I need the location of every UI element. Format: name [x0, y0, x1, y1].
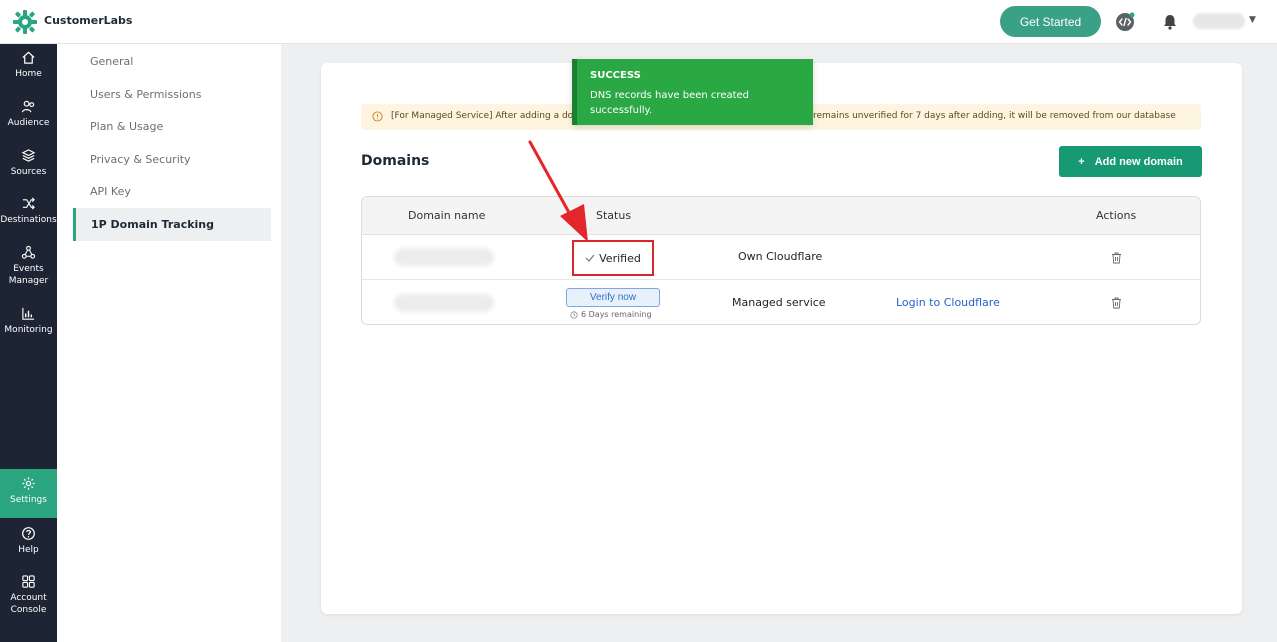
nav-home[interactable]: Home — [0, 50, 57, 92]
nav-destinations-label: Destinations — [0, 215, 57, 225]
domain-name-redacted — [394, 294, 494, 312]
login-to-cloudflare-link[interactable]: Login to Cloudflare — [896, 296, 1000, 309]
user-menu[interactable] — [1193, 13, 1245, 29]
nav-settings-label: Settings — [10, 495, 47, 505]
grid-icon — [22, 575, 35, 588]
trash-icon[interactable] — [1111, 297, 1122, 309]
nav-account-console[interactable]: Account Console — [0, 574, 57, 622]
shuffle-icon — [22, 197, 35, 210]
nav-sources-label: Sources — [10, 167, 47, 177]
nav-home-label: Home — [15, 69, 42, 79]
nav-account-console-label: Account Console — [10, 593, 47, 615]
verify-now-button[interactable]: Verify now — [566, 288, 660, 307]
success-toast: SUCCESS DNS records have been created su… — [572, 59, 813, 125]
domains-card: [For Managed Service] After adding a do … — [321, 63, 1242, 614]
add-new-domain-button[interactable]: + Add new domain — [1059, 146, 1202, 177]
clock-icon — [570, 310, 578, 319]
check-icon — [585, 254, 595, 262]
top-bar: CustomerLabs Get Started ▼ — [0, 0, 1277, 44]
chart-icon — [22, 307, 35, 320]
home-icon — [22, 51, 35, 64]
settings-item-users-permissions[interactable]: Users & Permissions — [73, 78, 271, 111]
layers-icon — [21, 149, 36, 162]
chevron-down-icon[interactable]: ▼ — [1249, 15, 1256, 25]
header-domain-name: Domain name — [408, 209, 486, 222]
main-nav-rail: Home Audience Sources Destinations Event… — [0, 44, 57, 642]
days-remaining: 6 Days remaining — [570, 310, 652, 319]
nav-settings[interactable]: Settings — [0, 469, 57, 518]
brand-name: CustomerLabs — [44, 14, 133, 27]
nav-audience[interactable]: Audience — [0, 99, 57, 141]
customerlabs-logo[interactable] — [12, 9, 38, 35]
table-row: Verified Own Cloudflare — [362, 235, 1200, 280]
settings-sidebar: General Users & Permissions Plan & Usage… — [57, 44, 281, 642]
add-new-domain-label: Add new domain — [1094, 155, 1183, 168]
developer-code-icon[interactable] — [1114, 11, 1136, 33]
info-icon — [372, 111, 383, 122]
trash-icon[interactable] — [1111, 252, 1122, 264]
page-title: Domains — [361, 153, 430, 169]
events-icon — [21, 245, 36, 259]
audience-icon — [21, 100, 35, 113]
settings-item-plan-usage[interactable]: Plan & Usage — [73, 110, 271, 143]
banner-text-left: [For Managed Service] After adding a do — [391, 111, 574, 121]
toast-title: SUCCESS — [590, 70, 641, 81]
nav-sources[interactable]: Sources — [0, 148, 57, 190]
nav-monitoring-label: Monitoring — [4, 325, 53, 335]
bell-icon[interactable] — [1161, 13, 1179, 31]
nav-events-manager[interactable]: Events Manager — [0, 245, 57, 293]
settings-item-general[interactable]: General — [73, 45, 271, 78]
banner-text-right: remains unverified for 7 days after addi… — [813, 111, 1176, 121]
days-remaining-label: 6 Days remaining — [581, 310, 652, 319]
annotation-arrow — [528, 140, 588, 242]
status-verified-label: Verified — [599, 251, 641, 265]
domains-table: Domain name Status Actions Verified Own … — [361, 196, 1201, 325]
settings-item-api-key[interactable]: API Key — [73, 175, 271, 208]
nav-events-manager-label: Events Manager — [8, 264, 49, 286]
settings-item-1p-domain-tracking[interactable]: 1P Domain Tracking — [73, 208, 271, 241]
nav-audience-label: Audience — [7, 118, 50, 128]
domain-type: Own Cloudflare — [738, 250, 823, 263]
help-icon — [22, 527, 35, 540]
domain-name-redacted — [394, 248, 494, 266]
toast-message: DNS records have been created successful… — [590, 90, 750, 116]
nav-help[interactable]: Help — [0, 526, 57, 568]
nav-destinations[interactable]: Destinations — [0, 196, 57, 238]
table-header: Domain name Status Actions — [362, 197, 1200, 235]
domain-type: Managed service — [732, 296, 826, 309]
header-actions: Actions — [1096, 209, 1137, 222]
nav-monitoring[interactable]: Monitoring — [0, 306, 57, 348]
plus-icon: + — [1078, 155, 1085, 168]
nav-help-label: Help — [18, 545, 39, 555]
get-started-button[interactable]: Get Started — [1000, 6, 1101, 37]
table-row: Verify now 6 Days remaining Managed serv… — [362, 281, 1200, 324]
settings-item-privacy-security[interactable]: Privacy & Security — [73, 143, 271, 176]
gear-icon — [22, 477, 35, 490]
